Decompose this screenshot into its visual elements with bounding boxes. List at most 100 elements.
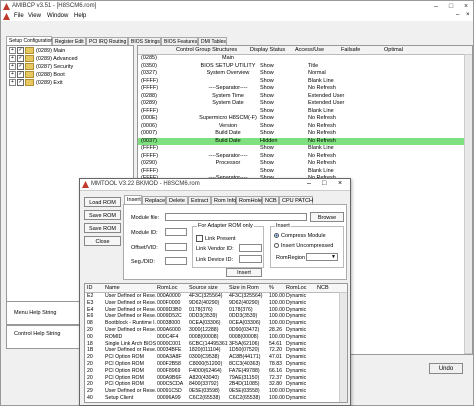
col-id[interactable]: ID: [87, 285, 93, 291]
module-row[interactable]: E6 User Defined or Rese... 0009D52C 0DD3(35…: [85, 313, 347, 320]
col-display-status[interactable]: Display Status: [250, 47, 285, 53]
grid-row[interactable]: (FFFF) Show Blank Line: [138, 168, 472, 176]
load-rom-button[interactable]: Load ROM: [84, 197, 121, 207]
module-file-input[interactable]: [165, 213, 307, 221]
link-vendor-input[interactable]: [239, 244, 262, 252]
checkbox-icon[interactable]: ✓: [17, 79, 24, 87]
save-rom-as-button[interactable]: Save ROM as..: [84, 223, 121, 242]
col-percent[interactable]: %: [269, 285, 274, 291]
dtab-romhole[interactable]: RomHole: [236, 196, 262, 204]
dtab-ncb[interactable]: NCB: [262, 196, 279, 204]
grid-scrollbar[interactable]: [464, 54, 472, 354]
module-row[interactable]: 40 Setup Client 00096A99 C6C2(65538) C6C2(65…: [85, 395, 347, 402]
tree-node-security[interactable]: + ✓ (0287) Security: [9, 63, 73, 71]
mdi-minimize-icon[interactable]: –: [456, 12, 459, 18]
romregion-select[interactable]: ▼: [306, 253, 338, 261]
link-present-checkbox[interactable]: Link Present: [196, 235, 236, 242]
close-button[interactable]: ×: [459, 1, 473, 12]
menu-view[interactable]: View: [28, 13, 41, 19]
module-id-input[interactable]: [165, 228, 187, 236]
grid-row[interactable]: (0327) System Overview Show Normal: [138, 70, 472, 78]
col-ncb[interactable]: NCB: [317, 285, 329, 291]
expand-icon[interactable]: +: [9, 79, 16, 87]
tab-bios-strings[interactable]: BIOS Strings: [128, 37, 161, 45]
tab-setup-configuration[interactable]: Setup Configuration: [6, 36, 53, 45]
seg-did-input[interactable]: [165, 257, 187, 265]
insert-button[interactable]: Insert: [226, 268, 262, 277]
col-romloc[interactable]: RomLoc: [157, 285, 177, 291]
module-row[interactable]: 20 PCI Option ROM 000C5CDA 8400(33792) 2B4D(…: [85, 381, 347, 388]
insert-uncompressed-radio[interactable]: Insert Uncompressed: [274, 243, 333, 249]
menu-file[interactable]: File: [14, 13, 24, 19]
col-romloc-type[interactable]: RomLoc: [286, 285, 306, 291]
expand-icon[interactable]: +: [9, 47, 16, 55]
dtab-extract[interactable]: Extract: [188, 196, 211, 204]
grid-row[interactable]: (FFFF) Show Blank Line: [138, 145, 472, 153]
tree-node-boot[interactable]: + ✓ (0288) Boot: [9, 71, 65, 79]
grid-row[interactable]: (0290) Processor Show No Refresh: [138, 160, 472, 168]
checkbox-icon[interactable]: ✓: [17, 55, 24, 63]
module-row[interactable]: 18 Single Link Arch BIOS 0000C001 6CBC(1449…: [85, 341, 347, 348]
checkbox-icon[interactable]: ✓: [17, 71, 24, 79]
dtab-delete[interactable]: Delete: [166, 196, 188, 204]
tree-node-advanced[interactable]: + ✓ (0289) Advanced: [9, 55, 78, 63]
menu-help[interactable]: Help: [74, 13, 86, 19]
grid-row[interactable]: (FFFF) Show Blank Line: [138, 78, 472, 86]
module-row[interactable]: 20 PCI Option ROM 000A3A8F 0300(C9538) AC8B(…: [85, 354, 347, 361]
grid-row[interactable]: (0350) BIOS SETUP UTILITY Show Title: [138, 63, 472, 71]
expand-icon[interactable]: +: [9, 55, 16, 63]
expand-icon[interactable]: +: [9, 63, 16, 71]
radio-icon[interactable]: [274, 233, 279, 239]
mdi-close-icon[interactable]: ×: [466, 12, 470, 18]
col-optimal[interactable]: Optimal: [384, 47, 403, 53]
dtab-rom-info[interactable]: Rom Info: [211, 196, 236, 204]
module-row[interactable]: 29 User Defined or Rese... 00091C5D 0E5E(03…: [85, 388, 347, 395]
grid-row[interactable]: (0288) System Time Show Extended User: [138, 93, 472, 101]
grid-row[interactable]: (0007) Build Date Show No Refresh: [138, 130, 472, 138]
undo-button[interactable]: Undo: [429, 363, 463, 374]
grid-row[interactable]: (0037) Build Date Hidden No Refresh: [138, 137, 472, 145]
dialog-minimize-button[interactable]: –: [307, 180, 311, 187]
save-rom-button[interactable]: Save ROM: [84, 210, 121, 220]
module-row[interactable]: 00 ROMID 000C4F4 0008(00008) 0008(00008) 100.…: [85, 334, 347, 341]
grid-row[interactable]: (FFFF) Show Blank Line: [138, 108, 472, 116]
expand-icon[interactable]: +: [9, 71, 16, 79]
maximize-button[interactable]: □: [444, 1, 458, 12]
col-control-group[interactable]: Control Group Structures: [176, 47, 237, 53]
compress-module-radio[interactable]: Compress Module: [274, 233, 326, 239]
tab-pci-irq-routing[interactable]: PCI IRQ Routing: [86, 37, 128, 45]
browse-button[interactable]: Browse: [310, 212, 344, 222]
module-row[interactable]: 20 PCI Option ROM 000F8969 F4000(62464) FA7E…: [85, 368, 347, 375]
module-row[interactable]: 08 Bootblock - Runtime I... 00038000 0CEA(0…: [85, 320, 347, 327]
tab-dmi-tables[interactable]: DMI Tables: [198, 37, 227, 45]
dtab-insert[interactable]: Insert: [124, 195, 142, 204]
checkbox-icon[interactable]: ✓: [17, 47, 24, 55]
grid-row[interactable]: (FFFF)----Separator----ShowNo Refresh: [138, 85, 472, 93]
radio-icon[interactable]: [274, 243, 279, 249]
grid-row[interactable]: (0285) Main: [138, 55, 472, 63]
tab-bios-features[interactable]: BIOS Features: [161, 37, 198, 45]
dialog-maximize-button[interactable]: □: [322, 180, 326, 187]
module-row[interactable]: E4 User Defined or Rese... 0009D3B0 0178(37…: [85, 307, 347, 314]
checkbox-icon[interactable]: [196, 235, 203, 242]
col-access-use[interactable]: Access/Use: [295, 47, 324, 53]
checkbox-icon[interactable]: ✓: [17, 63, 24, 71]
module-row[interactable]: 20 PCI Option ROM 000A9B6F A820(43040) 79AE(…: [85, 375, 347, 382]
close-dialog-button[interactable]: Close: [84, 236, 121, 246]
tab-register-edit[interactable]: Register Edit: [52, 37, 86, 45]
menu-window[interactable]: Window: [47, 13, 68, 19]
tree-node-main[interactable]: + ✓ (0289) Main: [9, 47, 65, 55]
module-row[interactable]: 20 User Defined or Rese... 000A6000 3000(12…: [85, 327, 347, 334]
dtab-replace[interactable]: Replace: [142, 196, 166, 204]
col-size-in-rom[interactable]: Size in Rom: [229, 285, 259, 291]
link-device-input[interactable]: [239, 255, 262, 263]
grid-row[interactable]: (000E) Supermicro H8SCM(-F) Show No Refresh: [138, 115, 472, 123]
module-row[interactable]: E2 User Defined or Rese... 000A0000 4F3C(32…: [85, 293, 347, 300]
tree-node-exit[interactable]: + ✓ (0289) Exit: [9, 79, 63, 87]
grid-row[interactable]: (0289) System Date Show Extended User: [138, 100, 472, 108]
dtab-cpu-patch[interactable]: CPU PATCH: [279, 196, 313, 204]
module-row[interactable]: 1B User Defined or Rese... 00034BFE 1820(01…: [85, 347, 347, 354]
grid-row[interactable]: (FFFF)----Separator----ShowNo Refresh: [138, 153, 472, 161]
col-name[interactable]: Name: [105, 285, 120, 291]
module-row[interactable]: E3 User Defined or Rese... 000F0000 9D62(40…: [85, 300, 347, 307]
